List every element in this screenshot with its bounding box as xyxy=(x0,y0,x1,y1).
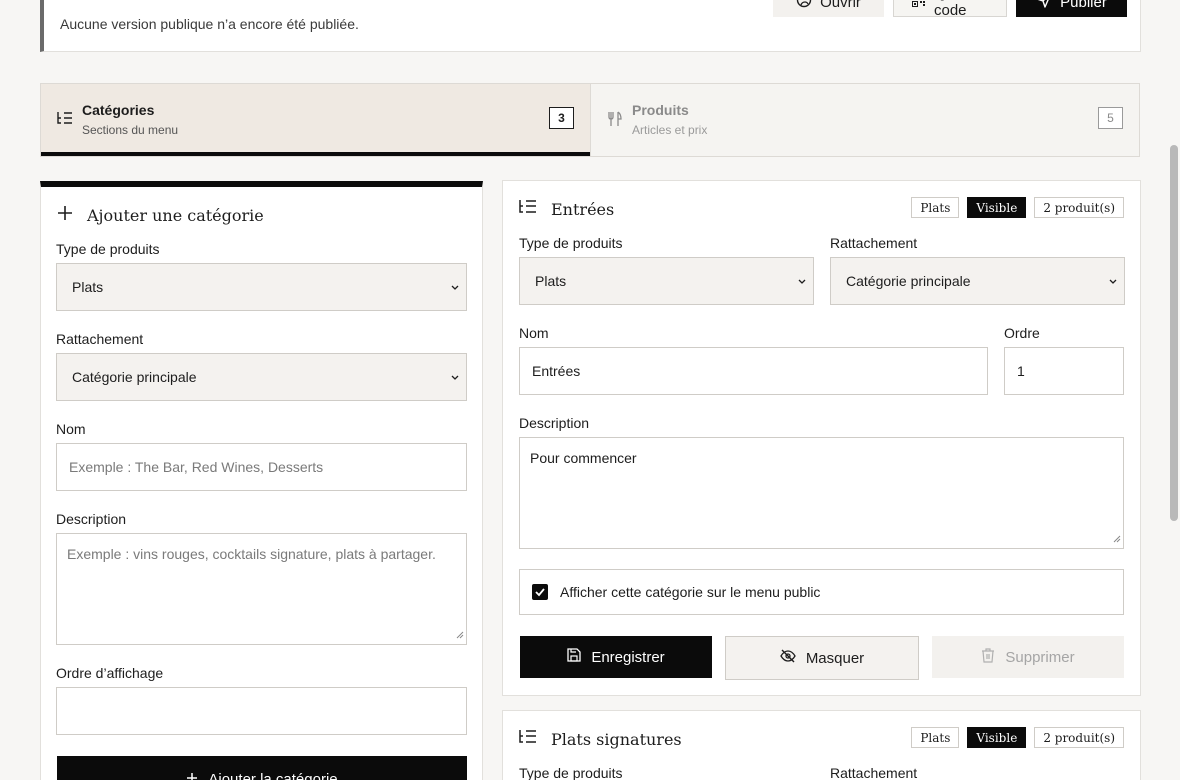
description-label: Description xyxy=(56,511,127,527)
public-visibility-label: Afficher cette catégorie sur le menu pub… xyxy=(560,584,821,600)
visibility-badge: Visible xyxy=(967,727,1027,748)
name-input[interactable]: Entrées xyxy=(519,347,988,395)
list-tree-icon xyxy=(519,729,537,749)
publish-button[interactable]: Publier xyxy=(1016,0,1127,17)
order-input[interactable]: 1 xyxy=(1004,347,1124,395)
type-label: Type de produits xyxy=(56,241,160,257)
type-select-value: Plats xyxy=(72,279,104,295)
add-category-button[interactable]: Ajouter la catégorie xyxy=(57,756,467,780)
category-card-heading: Plats signatures xyxy=(519,729,682,749)
attach-label: Rattachement xyxy=(830,235,918,251)
category-badges: Plats Visible 2 produit(s) xyxy=(911,727,1124,748)
qr-code-button[interactable]: QR code xyxy=(893,0,1007,19)
attach-select-value: Catégorie principale xyxy=(72,369,197,385)
tab-title: Produits xyxy=(632,102,689,118)
add-category-title: Ajouter une catégorie xyxy=(87,206,264,225)
section-tabs: Catégories Sections du menu 3 Produits A… xyxy=(40,83,1140,157)
resize-grip-icon xyxy=(1113,530,1121,546)
checkbox-checked-icon[interactable] xyxy=(532,584,548,600)
category-title: Entrées xyxy=(551,199,615,219)
open-button-label: Ouvrir xyxy=(820,0,861,11)
page-scrollbar[interactable] xyxy=(1168,0,1180,780)
globe-icon xyxy=(796,0,812,12)
order-label: Ordre d’affichage xyxy=(56,665,164,681)
tab-subtitle: Articles et prix xyxy=(632,123,708,137)
delete-button-label: Supprimer xyxy=(1005,648,1075,666)
name-label: Nom xyxy=(519,325,549,341)
add-category-heading: Ajouter une catégorie xyxy=(57,205,264,226)
attach-select[interactable]: Catégorie principale xyxy=(56,353,467,401)
save-icon xyxy=(567,648,581,666)
category-title: Plats signatures xyxy=(551,729,682,749)
description-label: Description xyxy=(519,415,590,431)
save-button[interactable]: Enregistrer xyxy=(520,636,712,678)
description-textarea[interactable]: Exemple : vins rouges, cocktails signatu… xyxy=(56,533,467,645)
qr-code-icon xyxy=(912,0,926,11)
tab-subtitle: Sections du menu xyxy=(82,123,179,137)
type-badge: Plats xyxy=(911,197,960,218)
tab-count-badge: 5 xyxy=(1098,107,1123,129)
tab-title: Catégories xyxy=(82,102,155,118)
list-tree-icon xyxy=(519,199,537,219)
tab-count-badge: 3 xyxy=(549,107,574,129)
cutlery-icon xyxy=(607,111,623,132)
attach-select-value: Catégorie principale xyxy=(846,273,971,289)
chevron-down-icon xyxy=(450,280,460,296)
chevron-down-icon xyxy=(797,274,807,290)
hide-button-label: Masquer xyxy=(805,649,865,667)
attach-label: Rattachement xyxy=(830,765,918,780)
name-input-value: Entrées xyxy=(532,363,581,379)
delete-button[interactable]: Supprimer xyxy=(932,636,1124,678)
publication-status-text: Aucune version publique n’a encore été p… xyxy=(60,16,359,32)
publication-banner: Aucune version publique n’a encore été p… xyxy=(40,0,1141,52)
send-icon xyxy=(1036,0,1052,12)
chevron-down-icon xyxy=(450,370,460,386)
scrollbar-thumb[interactable] xyxy=(1170,145,1178,521)
tab-products[interactable]: Produits Articles et prix 5 xyxy=(590,84,1139,156)
name-label: Nom xyxy=(56,421,86,437)
open-button[interactable]: Ouvrir xyxy=(773,0,884,17)
order-input[interactable] xyxy=(56,687,467,735)
type-select-value: Plats xyxy=(535,273,567,289)
category-card: Entrées Plats Visible 2 produit(s) Type … xyxy=(502,180,1141,696)
tab-categories[interactable]: Catégories Sections du menu 3 xyxy=(41,84,590,156)
type-label: Type de produits xyxy=(519,765,623,780)
attach-label: Rattachement xyxy=(56,331,144,347)
type-select[interactable]: Plats xyxy=(519,257,814,305)
name-placeholder: Exemple : The Bar, Red Wines, Desserts xyxy=(69,459,324,475)
product-count-badge: 2 produit(s) xyxy=(1034,197,1124,218)
eye-off-icon xyxy=(780,649,796,667)
add-category-button-label: Ajouter la catégorie xyxy=(208,770,338,780)
product-count-badge: 2 produit(s) xyxy=(1034,727,1124,748)
description-value: Pour commencer xyxy=(530,450,637,466)
resize-grip-icon xyxy=(456,626,464,642)
save-button-label: Enregistrer xyxy=(591,648,665,666)
list-tree-icon xyxy=(57,111,73,130)
type-select[interactable]: Plats xyxy=(56,263,467,311)
plus-icon xyxy=(186,771,198,780)
publish-button-label: Publier xyxy=(1060,0,1107,11)
trash-icon xyxy=(981,647,995,667)
hide-button[interactable]: Masquer xyxy=(725,636,919,680)
public-visibility-toggle[interactable]: Afficher cette catégorie sur le menu pub… xyxy=(519,569,1124,615)
category-card: Plats signatures Plats Visible 2 produit… xyxy=(502,710,1141,780)
type-label: Type de produits xyxy=(519,235,623,251)
type-badge: Plats xyxy=(911,727,960,748)
order-input-value: 1 xyxy=(1017,363,1025,379)
add-category-panel: Ajouter une catégorie Type de produits P… xyxy=(40,181,483,780)
plus-icon xyxy=(57,205,73,226)
visibility-badge: Visible xyxy=(967,197,1027,218)
name-input[interactable]: Exemple : The Bar, Red Wines, Desserts xyxy=(56,443,467,491)
chevron-down-icon xyxy=(1108,274,1118,290)
qr-code-button-label: QR code xyxy=(934,0,967,19)
category-card-heading: Entrées xyxy=(519,199,614,219)
description-placeholder: Exemple : vins rouges, cocktails signatu… xyxy=(67,546,436,562)
attach-select[interactable]: Catégorie principale xyxy=(830,257,1125,305)
description-textarea[interactable]: Pour commencer xyxy=(519,437,1124,549)
order-label: Ordre xyxy=(1004,325,1040,341)
category-badges: Plats Visible 2 produit(s) xyxy=(911,197,1124,218)
